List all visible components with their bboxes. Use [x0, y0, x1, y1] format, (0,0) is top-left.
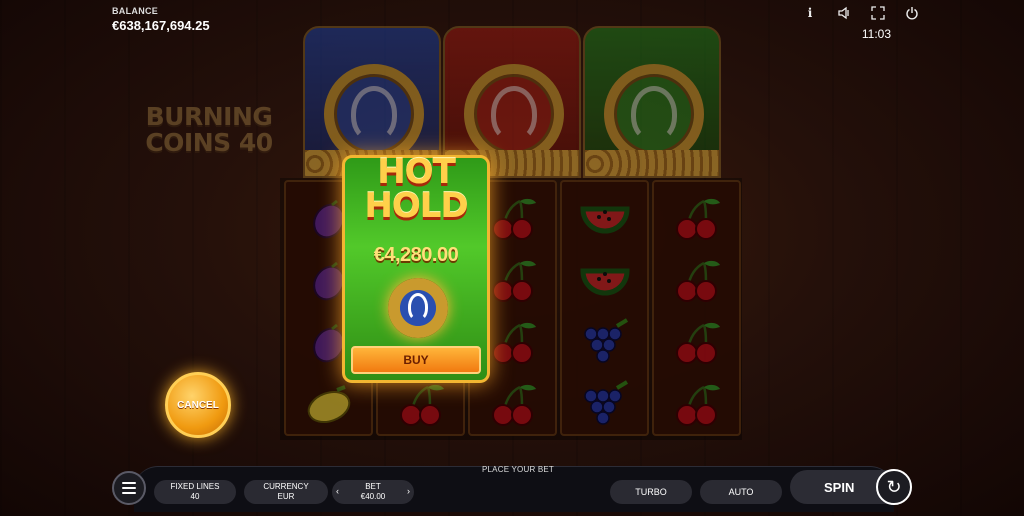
currency-label: CURRENCY — [263, 482, 309, 491]
currency-selector[interactable]: CURRENCY EUR — [244, 480, 328, 504]
offer-title-line-1: HOT — [377, 152, 456, 192]
flame-coin-icon — [388, 278, 448, 338]
coin-panel-green — [583, 26, 721, 178]
chevron-right-icon[interactable]: › — [407, 486, 410, 496]
spin-button[interactable]: SPIN ↻ — [790, 469, 912, 505]
menu-icon — [122, 482, 136, 484]
power-icon[interactable] — [904, 5, 920, 21]
sound-icon[interactable] — [836, 5, 852, 21]
currency-value: EUR — [277, 492, 295, 501]
info-icon[interactable]: i — [802, 5, 818, 21]
flame-icon — [631, 86, 677, 142]
offer-title-line-2: HOLD — [364, 186, 468, 226]
auto-button[interactable]: AUTO — [700, 480, 782, 504]
fixed-lines-value: 40 — [190, 492, 200, 501]
fullscreen-icon[interactable] — [870, 5, 886, 21]
game-logo: BURNING COINS 40 — [136, 104, 282, 156]
balance-label: BALANCE — [112, 6, 159, 16]
bottom-bar: PLACE YOUR BET FIXED LINES 40 CURRENCY E… — [108, 462, 916, 516]
clock: 11:03 — [861, 27, 891, 41]
chevron-left-icon[interactable]: ‹ — [336, 486, 339, 496]
spin-label: SPIN — [824, 480, 855, 495]
bet-label: BET — [365, 482, 381, 491]
fixed-lines: FIXED LINES 40 — [154, 480, 236, 504]
gold-pile — [585, 150, 719, 176]
game-stage: BALANCE €638,167,694.25 i 11:03 BURNING … — [0, 0, 1024, 516]
place-bet-text: PLACE YOUR BET — [482, 465, 555, 474]
hot-hold-offer: HOT HOLD €4,280.00 BUY — [342, 152, 490, 383]
hud-icons: i — [802, 5, 920, 21]
offer-price: €4,280.00 — [373, 244, 459, 266]
logo-line-1: BURNING — [145, 102, 273, 131]
refresh-icon: ↻ — [876, 469, 912, 505]
logo-line-2: COINS 40 — [145, 128, 273, 157]
bet-value: €40.00 — [360, 492, 386, 501]
turbo-button[interactable]: TURBO — [610, 480, 692, 504]
cancel-button[interactable]: CANCEL — [165, 372, 231, 438]
balance-value: €638,167,694.25 — [112, 18, 210, 33]
menu-button[interactable] — [112, 471, 146, 505]
buy-button[interactable]: BUY — [351, 346, 481, 374]
fixed-lines-label: FIXED LINES — [170, 482, 220, 491]
flame-icon — [351, 86, 397, 142]
flame-icon — [491, 86, 537, 142]
bet-selector: ‹ BET €40.00 › — [332, 480, 414, 504]
